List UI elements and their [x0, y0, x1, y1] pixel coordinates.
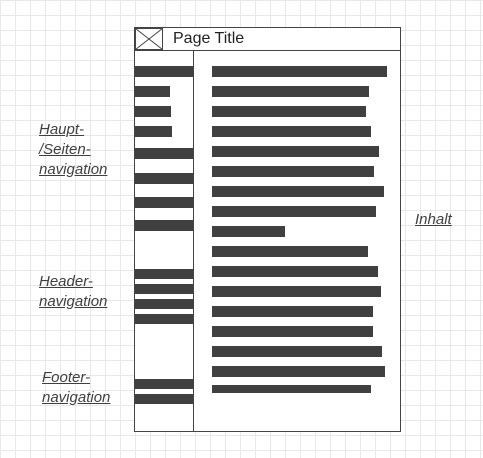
content-line — [212, 246, 368, 257]
title-bar: Page Title — [135, 28, 400, 51]
page-wireframe: Page Title — [134, 27, 401, 432]
main-nav-bar — [135, 126, 172, 137]
header-nav-bar — [135, 284, 193, 294]
footer-nav-annotation: Footer- navigation — [42, 369, 111, 406]
main-nav-bar — [135, 220, 193, 231]
content-line — [212, 226, 285, 237]
header-nav-annotation: Header- navigation — [39, 273, 108, 310]
footer-nav-bar — [135, 379, 193, 389]
main-nav-bar — [135, 86, 170, 97]
content-line — [212, 286, 381, 297]
content-line — [212, 106, 366, 117]
content-line — [212, 146, 379, 157]
content-annotation: Inhalt — [415, 211, 452, 228]
content-line — [212, 66, 387, 77]
main-nav-annotation: Haupt- /Seiten- navigation — [39, 121, 108, 178]
content-line — [212, 266, 378, 277]
content-line — [212, 326, 373, 337]
content-line — [212, 166, 374, 177]
main-nav-bar — [135, 197, 193, 208]
main-nav-bar — [135, 106, 171, 117]
page-title: Page Title — [173, 30, 245, 47]
header-nav-bar — [135, 314, 193, 324]
main-nav-bar — [135, 173, 193, 184]
sidebar-divider — [193, 51, 194, 432]
header-nav-bar — [135, 269, 193, 279]
content-line — [212, 86, 369, 97]
content-line — [212, 366, 385, 377]
content-line — [212, 186, 384, 197]
header-nav-bar — [135, 299, 193, 309]
content-line — [212, 126, 371, 137]
content-line — [212, 346, 382, 357]
content-line — [212, 306, 373, 317]
main-nav-bar — [135, 66, 193, 77]
content-line — [212, 385, 371, 393]
content-line — [212, 206, 376, 217]
image-placeholder-icon — [135, 28, 163, 50]
footer-nav-bar — [135, 394, 193, 404]
main-nav-bar — [135, 148, 193, 159]
